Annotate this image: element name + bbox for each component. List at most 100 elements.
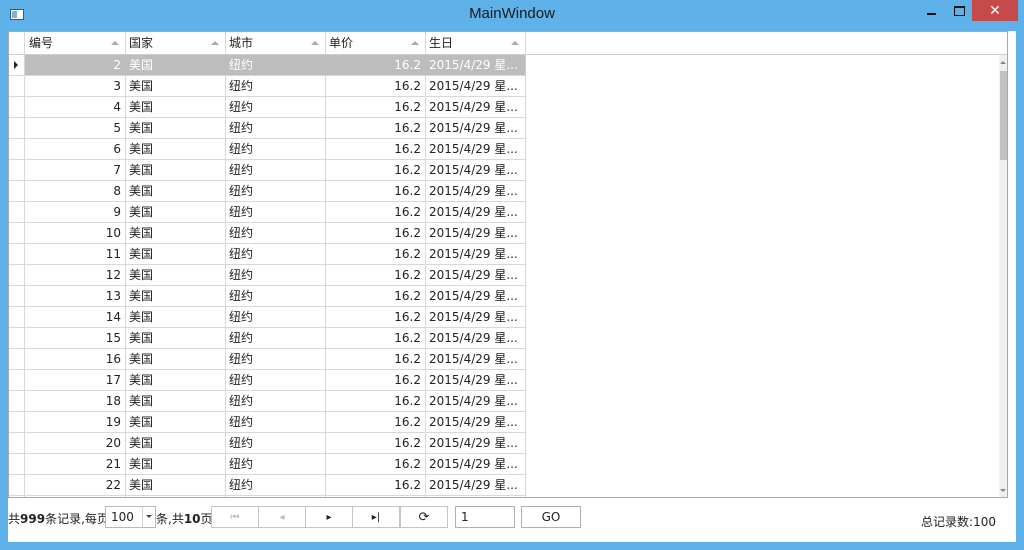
table-cell[interactable]: 7 xyxy=(25,160,126,181)
table-cell[interactable]: 纽约 xyxy=(225,160,326,181)
grid-body[interactable]: 2 美国 纽约 16.2 2015/4/29 星... 3 美国 纽约 16.2 2015/4/2… xyxy=(9,55,999,497)
table-row[interactable]: 16 美国 纽约 16.2 2015/4/29 星... xyxy=(9,349,999,370)
table-cell[interactable]: 13 xyxy=(25,286,126,307)
table-row[interactable]: 5 美国 纽约 16.2 2015/4/29 星... xyxy=(9,118,999,139)
table-cell[interactable]: 16.2 xyxy=(325,286,426,307)
table-cell[interactable]: 12 xyxy=(25,265,126,286)
table-cell[interactable]: 纽约 xyxy=(225,76,326,97)
row-header[interactable] xyxy=(9,202,25,223)
table-cell[interactable]: 纽约 xyxy=(225,181,326,202)
row-header[interactable] xyxy=(9,223,25,244)
row-header[interactable] xyxy=(9,307,25,328)
table-cell[interactable]: 2015/4/29 星... xyxy=(425,55,526,76)
row-header[interactable] xyxy=(9,370,25,391)
scroll-thumb[interactable] xyxy=(1000,71,1007,160)
table-row[interactable]: 2 美国 纽约 16.2 2015/4/29 星... xyxy=(9,55,999,76)
prev-page-button[interactable]: ◂ xyxy=(258,506,306,528)
table-cell[interactable]: 纽约 xyxy=(225,349,326,370)
table-cell[interactable]: 纽约 xyxy=(225,265,326,286)
table-cell[interactable]: 16.2 xyxy=(325,349,426,370)
row-header[interactable] xyxy=(9,496,25,497)
table-cell[interactable]: 16.2 xyxy=(325,370,426,391)
table-cell[interactable]: 16.2 xyxy=(325,328,426,349)
table-cell[interactable]: 16.2 xyxy=(325,139,426,160)
row-header[interactable] xyxy=(9,286,25,307)
table-cell[interactable]: 2015/4/29 星... xyxy=(425,412,526,433)
table-row[interactable]: 9 美国 纽约 16.2 2015/4/29 星... xyxy=(9,202,999,223)
table-cell[interactable]: 16.2 xyxy=(325,118,426,139)
table-cell[interactable]: 16.2 xyxy=(325,97,426,118)
table-cell[interactable]: 2015/4/29 星... xyxy=(425,328,526,349)
table-cell[interactable]: 美国 xyxy=(125,265,226,286)
table-cell[interactable]: 6 xyxy=(25,139,126,160)
table-cell[interactable]: 美国 xyxy=(125,181,226,202)
table-cell[interactable]: 16.2 xyxy=(325,391,426,412)
table-cell[interactable]: 美国 xyxy=(125,244,226,265)
table-cell[interactable]: 纽约 xyxy=(225,454,326,475)
maximize-button[interactable] xyxy=(946,0,972,22)
table-cell[interactable]: 16.2 xyxy=(325,265,426,286)
table-row[interactable]: 10 美国 纽约 16.2 2015/4/29 星... xyxy=(9,223,999,244)
table-cell[interactable]: 16.2 xyxy=(325,475,426,496)
table-cell[interactable]: 14 xyxy=(25,307,126,328)
table-row[interactable]: 22 美国 纽约 16.2 2015/4/29 星... xyxy=(9,475,999,496)
table-cell[interactable]: 2015/4/29 星... xyxy=(425,76,526,97)
table-cell[interactable]: 纽约 xyxy=(225,118,326,139)
row-header[interactable] xyxy=(9,328,25,349)
table-cell[interactable]: 纽约 xyxy=(225,139,326,160)
table-cell[interactable]: 纽约 xyxy=(225,307,326,328)
table-cell[interactable]: 2015/4/29 星... xyxy=(425,391,526,412)
table-cell[interactable]: 美国 xyxy=(125,202,226,223)
table-cell[interactable]: 16.2 xyxy=(325,202,426,223)
table-row[interactable]: 19 美国 纽约 16.2 2015/4/29 星... xyxy=(9,412,999,433)
table-cell[interactable]: 16.2 xyxy=(325,433,426,454)
table-cell[interactable]: 20 xyxy=(25,433,126,454)
table-cell[interactable]: 美国 xyxy=(125,496,226,497)
table-cell[interactable]: 16 xyxy=(25,349,126,370)
table-cell[interactable]: 美国 xyxy=(125,139,226,160)
table-row[interactable]: 8 美国 纽约 16.2 2015/4/29 星... xyxy=(9,181,999,202)
table-cell[interactable]: 美国 xyxy=(125,76,226,97)
table-cell[interactable]: 纽约 xyxy=(225,286,326,307)
table-cell[interactable]: 2015/4/29 星... xyxy=(425,223,526,244)
column-header[interactable]: 生日 xyxy=(425,32,526,54)
table-cell[interactable]: 16.2 xyxy=(325,244,426,265)
table-cell[interactable]: 21 xyxy=(25,454,126,475)
table-cell[interactable]: 美国 xyxy=(125,370,226,391)
table-row[interactable]: 13 美国 纽约 16.2 2015/4/29 星... xyxy=(9,286,999,307)
table-cell[interactable]: 23 xyxy=(25,496,126,497)
first-page-button[interactable]: ⏮ xyxy=(211,506,259,528)
table-cell[interactable]: 2015/4/29 星... xyxy=(425,433,526,454)
table-cell[interactable]: 9 xyxy=(25,202,126,223)
table-row[interactable]: 12 美国 纽约 16.2 2015/4/29 星... xyxy=(9,265,999,286)
table-cell[interactable]: 2015/4/29 星... xyxy=(425,307,526,328)
table-cell[interactable]: 2015/4/29 星... xyxy=(425,160,526,181)
row-header[interactable] xyxy=(9,118,25,139)
table-row[interactable]: 23美国纽约16.22015/4/29 星... xyxy=(9,496,999,497)
row-header[interactable] xyxy=(9,475,25,496)
column-header[interactable]: 城市 xyxy=(225,32,326,54)
row-header[interactable] xyxy=(9,412,25,433)
chevron-down-icon[interactable] xyxy=(142,507,155,527)
select-all-corner[interactable] xyxy=(9,32,25,54)
table-cell[interactable]: 纽约 xyxy=(225,244,326,265)
table-row[interactable]: 14 美国 纽约 16.2 2015/4/29 星... xyxy=(9,307,999,328)
table-cell[interactable]: 美国 xyxy=(125,454,226,475)
table-cell[interactable]: 5 xyxy=(25,118,126,139)
table-cell[interactable]: 纽约 xyxy=(225,370,326,391)
table-cell[interactable]: 美国 xyxy=(125,328,226,349)
data-grid[interactable]: 编号 国家 城市 单价 生日 2 美国 纽约 16.2 2015/4/29 星... 3 美国 纽约 1… xyxy=(8,31,1008,498)
row-header[interactable] xyxy=(9,391,25,412)
table-row[interactable]: 7 美国 纽约 16.2 2015/4/29 星... xyxy=(9,160,999,181)
table-cell[interactable]: 美国 xyxy=(125,286,226,307)
table-cell[interactable]: 16.2 xyxy=(325,181,426,202)
table-row[interactable]: 11 美国 纽约 16.2 2015/4/29 星... xyxy=(9,244,999,265)
column-header[interactable]: 国家 xyxy=(125,32,226,54)
go-button[interactable]: GO xyxy=(521,506,581,528)
last-page-button[interactable]: ▸| xyxy=(352,506,400,528)
table-cell[interactable]: 纽约 xyxy=(225,433,326,454)
table-row[interactable]: 3 美国 纽约 16.2 2015/4/29 星... xyxy=(9,76,999,97)
row-header[interactable] xyxy=(9,139,25,160)
close-button[interactable]: ✕ xyxy=(972,0,1018,21)
table-cell[interactable]: 纽约 xyxy=(225,97,326,118)
